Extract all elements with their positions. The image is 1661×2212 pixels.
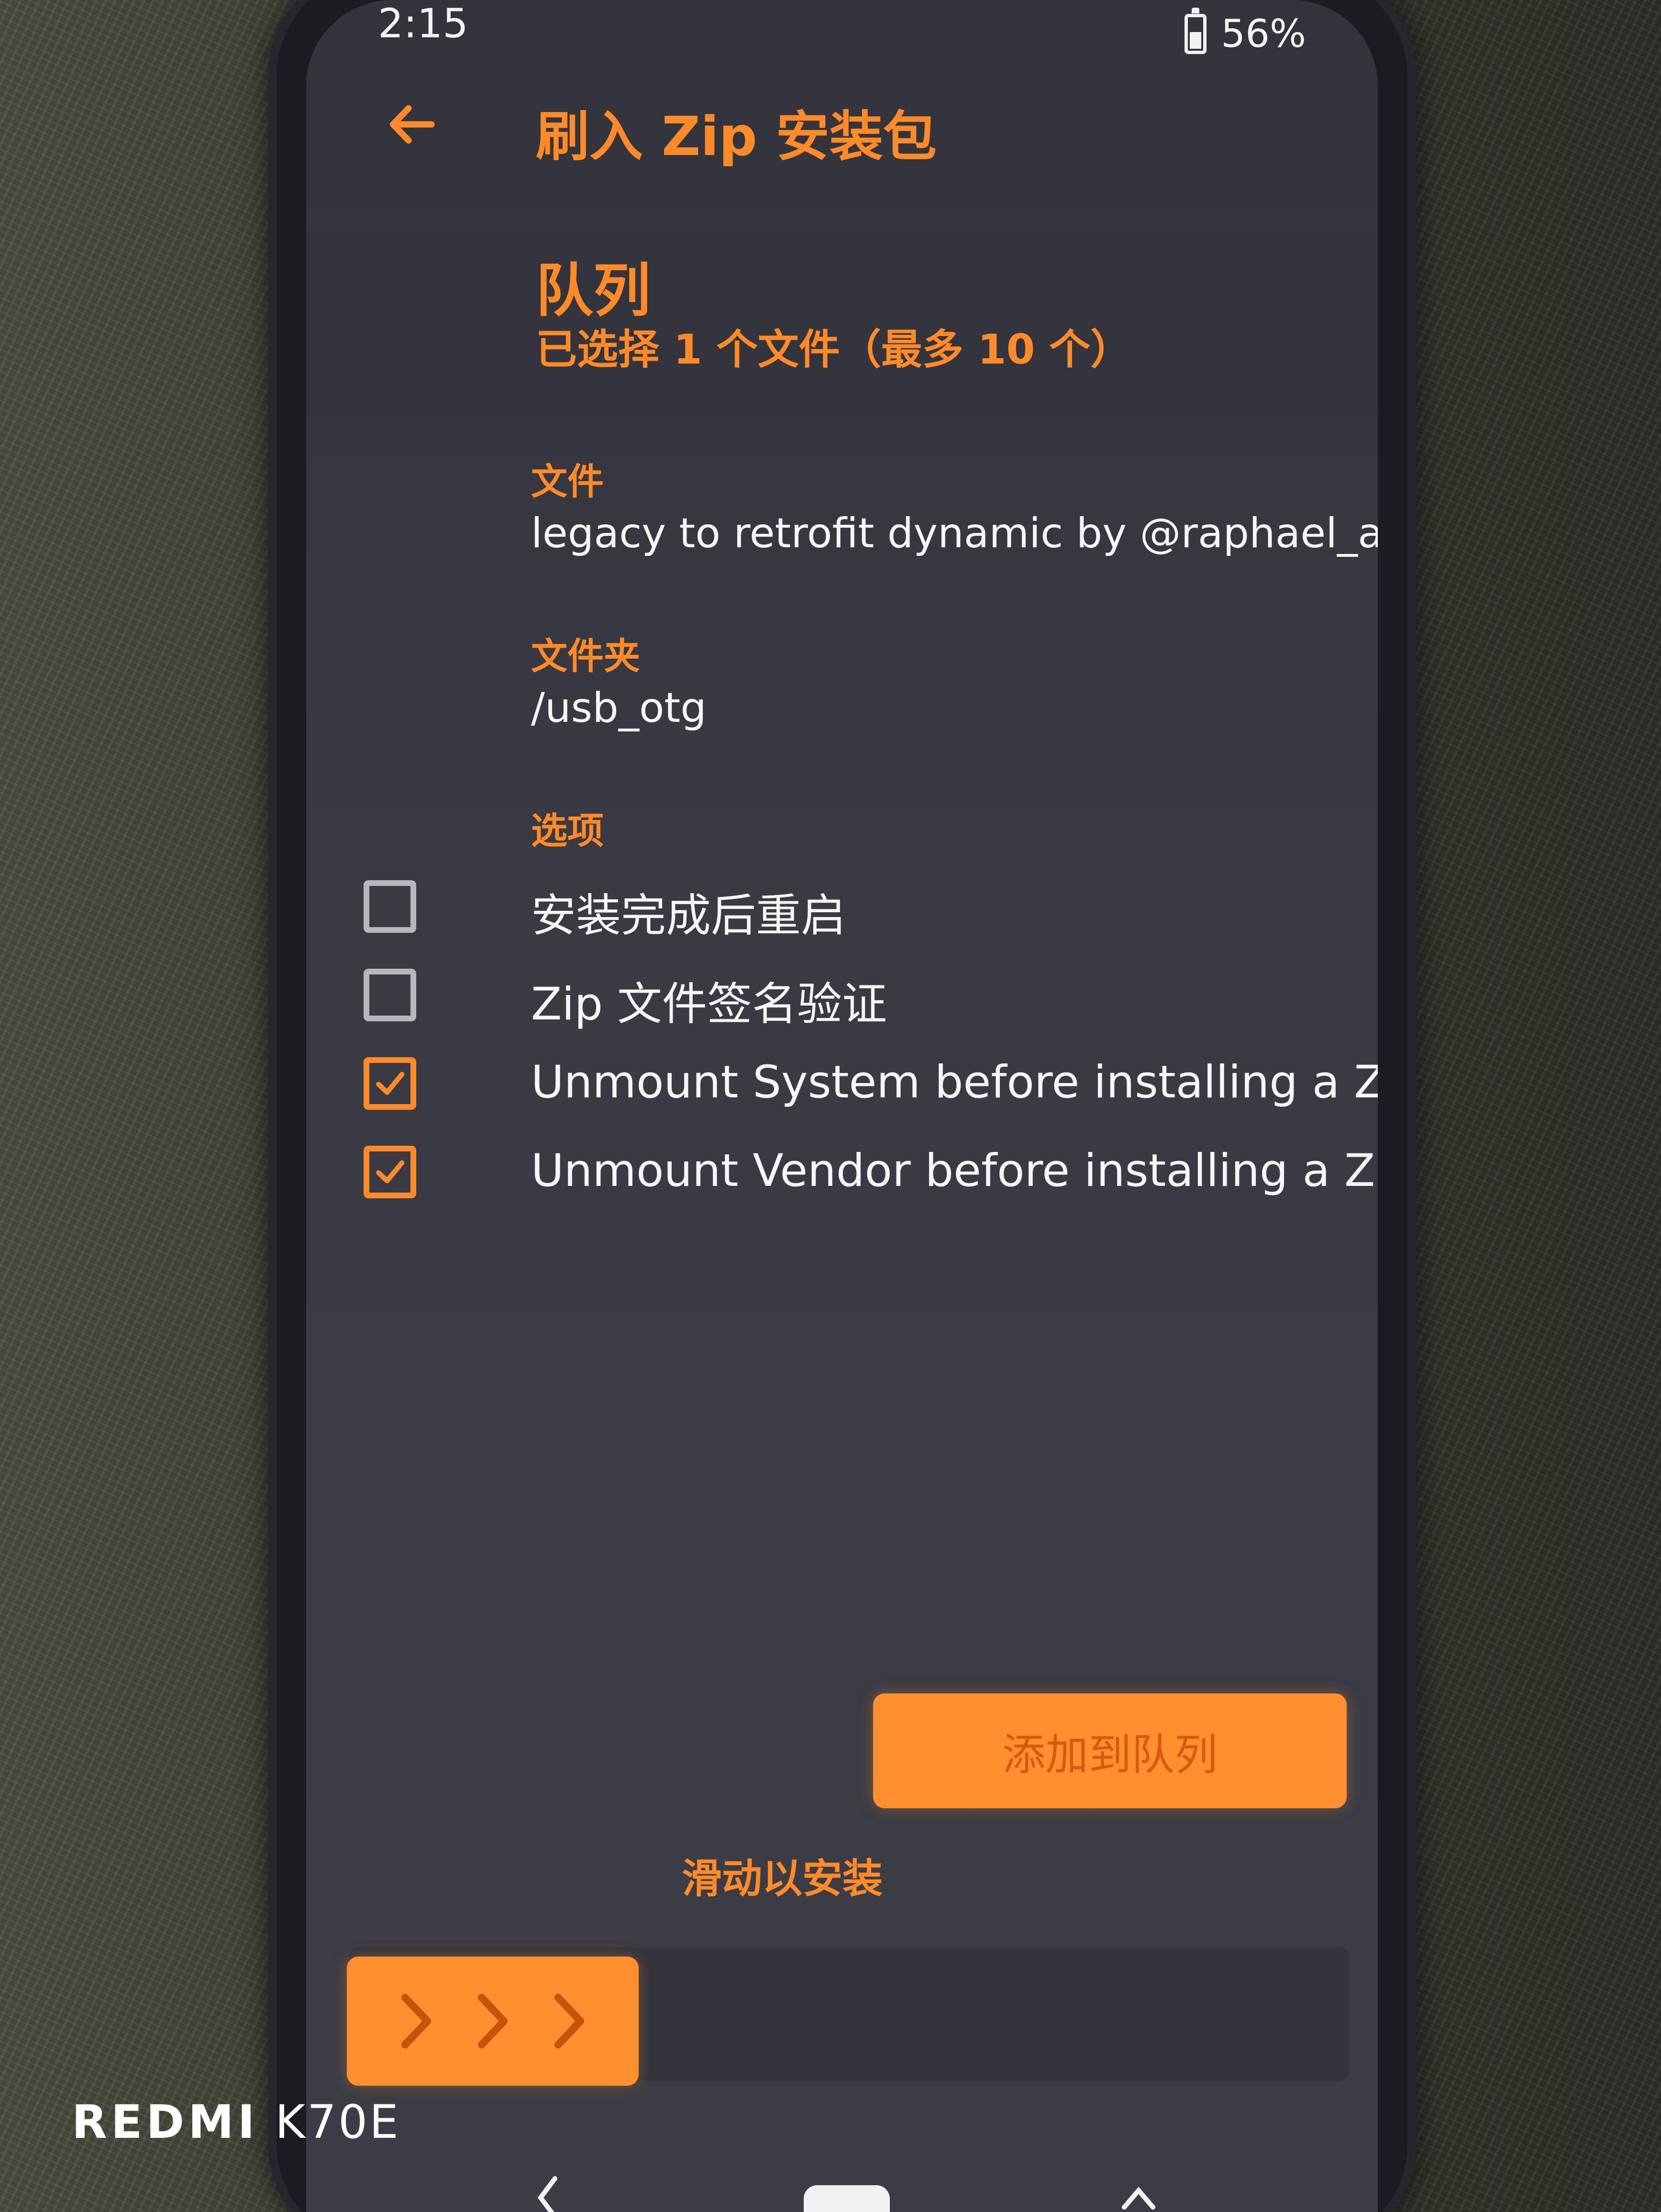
chevron-right-icon [477,1993,508,2049]
app-header: 刷入 Zip 安装包 [306,81,1378,168]
checkbox-unchecked-icon[interactable] [364,969,416,1021]
option-label: Zip 文件签名验证 [531,978,887,1030]
nav-up-icon[interactable] [1119,2183,1158,2212]
status-time: 2:15 [378,0,468,47]
swipe-hint: 滑动以安装 [681,1855,883,1902]
battery-icon [1185,7,1207,54]
folder-path: /usb_otg [531,684,707,732]
phone-screen: 2:15 56% 刷入 Zip 安装包 队列 已选择 1 个文件（最多 10 个… [306,0,1378,2212]
status-bar: 2:15 56% [306,0,1378,62]
queue-subtitle: 已选择 1 个文件（最多 10 个） [536,326,1132,374]
option-zip-signature-verify[interactable]: Zip 文件签名验证 [306,959,1378,1036]
system-nav-bar [306,2155,1378,2212]
checkbox-checked-icon[interactable] [364,1057,416,1110]
checkbox-checked-icon[interactable] [364,1146,416,1198]
option-unmount-vendor[interactable]: Unmount Vendor before installing a ZIP [306,1136,1378,1213]
option-label: 安装完成后重启 [531,890,846,942]
queue-card[interactable]: 队列 已选择 1 个文件（最多 10 个） [306,225,1378,416]
options-label: 选项 [531,809,604,852]
option-label: Unmount System before installing a ZIP [531,1056,1378,1108]
queue-title: 队列 [536,258,651,324]
nav-home-icon[interactable] [804,2185,890,2212]
status-right: 56% [1185,7,1306,56]
file-name: legacy to retrofit dynamic by @raphael_a… [531,509,1378,557]
checkbox-unchecked-icon[interactable] [364,880,416,933]
nav-back-icon[interactable] [531,2174,565,2212]
swipe-slider-handle[interactable] [347,1957,639,2086]
camera-watermark: REDMI K70E [72,2095,400,2149]
page-title: 刷入 Zip 安装包 [536,106,937,168]
file-label: 文件 [531,460,604,503]
option-reboot-after-install[interactable]: 安装完成后重启 [306,871,1378,947]
option-label: Unmount Vendor before installing a ZIP [531,1145,1378,1197]
chevron-right-icon [401,1993,432,2049]
battery-fill [1190,32,1202,49]
add-to-queue-button[interactable]: 添加到队列 [873,1693,1347,1808]
watermark-model: K70E [275,2095,400,2149]
watermark-brand: REDMI [72,2095,259,2149]
folder-label: 文件夹 [531,635,640,677]
chevron-right-icon [554,1993,585,2049]
battery-percent: 56% [1221,11,1306,56]
back-arrow-icon[interactable] [383,96,440,153]
option-unmount-system[interactable]: Unmount System before installing a ZIP [306,1048,1378,1124]
